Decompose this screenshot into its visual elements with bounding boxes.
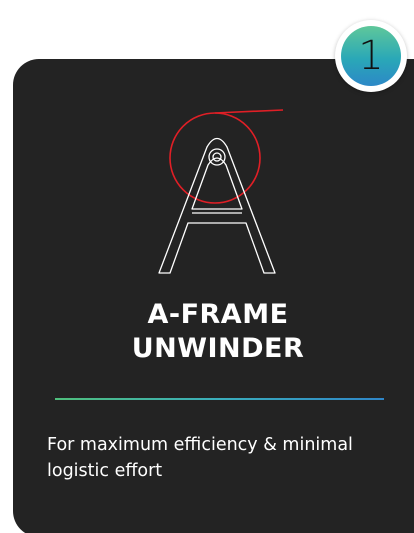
gradient-divider bbox=[55, 398, 384, 400]
product-title: A-FRAME UNWINDER bbox=[13, 298, 414, 366]
product-title-line-1: A-FRAME bbox=[147, 299, 289, 330]
a-frame-unwinder-icon bbox=[150, 105, 290, 280]
step-number: 1 bbox=[341, 26, 401, 86]
product-title-line-2: UNWINDER bbox=[131, 333, 305, 364]
product-description: For maximum efficiency & minimal logisti… bbox=[47, 435, 353, 481]
step-number-badge: 1 bbox=[335, 20, 407, 92]
product-step-card-section: 1 A-FRAME UNWINDER For maximum efficienc… bbox=[0, 0, 414, 533]
